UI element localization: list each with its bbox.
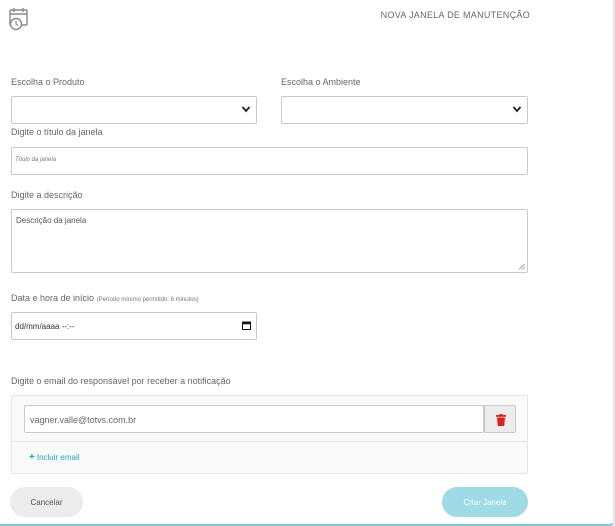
- title-label: Digite o título da janela: [11, 127, 103, 137]
- start-datetime-label-text: Data e hora de início: [11, 293, 95, 303]
- chevron-down-icon: [512, 106, 522, 113]
- divider: [12, 441, 527, 442]
- create-window-button[interactable]: Criar Janela: [442, 487, 528, 517]
- product-label: Escolha o Produto: [11, 77, 85, 87]
- start-datetime-value: dd/mm/aaaa --:--: [15, 322, 75, 331]
- start-datetime-hint: (Período mínimo permitido: 6 minutos): [96, 297, 199, 303]
- calendar-icon[interactable]: [242, 321, 251, 330]
- add-email-link[interactable]: + Incluir email: [29, 452, 80, 463]
- plus-icon: +: [29, 452, 35, 463]
- dialog-title: NOVA JANELA DE MANUTENÇÃO: [380, 10, 530, 20]
- environment-label: Escolha o Ambiente: [281, 77, 361, 87]
- email-list: vagner.valle@totvs.com.br + Incluir email: [11, 395, 528, 474]
- remove-email-button[interactable]: [484, 405, 516, 433]
- chevron-down-icon: [241, 106, 251, 113]
- resize-handle-icon[interactable]: [518, 263, 525, 270]
- description-label: Digite a descrição: [11, 190, 83, 200]
- start-datetime-input[interactable]: dd/mm/aaaa --:--: [11, 312, 257, 340]
- description-textarea[interactable]: Descrição da janela: [11, 209, 528, 273]
- maintenance-window-dialog: NOVA JANELA DE MANUTENÇÃO Escolha o Prod…: [0, 0, 615, 526]
- title-input[interactable]: Título da janela: [11, 147, 528, 175]
- trash-icon: [496, 414, 506, 426]
- description-placeholder: Descrição da janela: [16, 216, 87, 225]
- calendar-clock-icon: [9, 8, 28, 31]
- email-label: Digite o email do responsável por recebe…: [11, 376, 231, 386]
- start-datetime-label: Data e hora de início (Período mínimo pe…: [11, 293, 199, 303]
- product-select[interactable]: [11, 96, 257, 124]
- environment-select[interactable]: [281, 96, 528, 124]
- add-email-label: Incluir email: [36, 453, 80, 462]
- email-input[interactable]: vagner.valle@totvs.com.br: [24, 405, 484, 433]
- cancel-button[interactable]: Cancelar: [10, 487, 83, 517]
